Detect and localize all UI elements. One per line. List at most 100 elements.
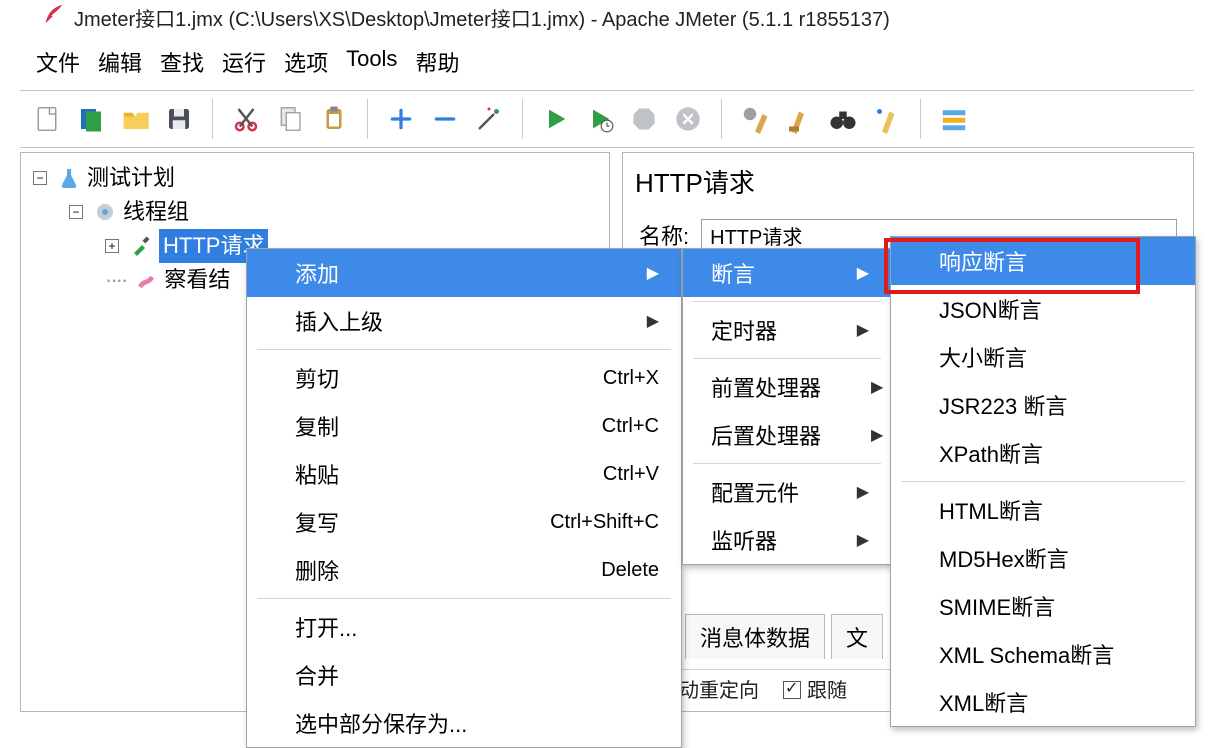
clear-all-button[interactable]: [866, 98, 908, 140]
ctx-add[interactable]: 添加 ▶: [247, 249, 681, 297]
clear-button[interactable]: [778, 98, 820, 140]
ctx-separator: [257, 349, 671, 350]
ctx-label: 添加: [295, 257, 339, 289]
collapse-icon[interactable]: −: [33, 171, 47, 185]
ctx-cut[interactable]: 剪切Ctrl+X: [247, 354, 681, 402]
window-title: Jmeter接口1.jmx (C:\Users\XS\Desktop\Jmete…: [74, 3, 890, 32]
stop-button[interactable]: [623, 98, 665, 140]
remove-button[interactable]: [424, 98, 466, 140]
save-button[interactable]: [158, 98, 200, 140]
submenu-arrow-icon: ▶: [857, 263, 869, 283]
ctx-label: 响应断言: [939, 245, 1027, 277]
ctx-label: 后置处理器: [711, 419, 821, 451]
open-button[interactable]: [114, 98, 156, 140]
assert-jsr223[interactable]: JSR223 断言: [891, 381, 1195, 429]
wand-button[interactable]: [468, 98, 510, 140]
ctx-insert-parent[interactable]: 插入上级 ▶: [247, 297, 681, 345]
toolbar: [20, 90, 1194, 148]
ctx-label: 复制: [295, 410, 339, 442]
menu-run[interactable]: 运行: [216, 44, 272, 80]
submenu-add[interactable]: 断言▶ 定时器 ▶ 前置处理器▶ 后置处理器 ▶ 配置元件▶ 监听器 ▶: [682, 248, 892, 565]
ctx-delete[interactable]: 删除Delete: [247, 546, 681, 594]
assert-response[interactable]: 响应断言: [891, 237, 1195, 285]
assert-html[interactable]: HTML断言: [891, 486, 1195, 534]
menu-search[interactable]: 查找: [154, 44, 210, 80]
gear-clear-button[interactable]: [734, 98, 776, 140]
start-no-timers-button[interactable]: [579, 98, 621, 140]
menu-options[interactable]: 选项: [278, 44, 334, 80]
submenu-arrow-icon: ▶: [857, 320, 869, 340]
sub-config[interactable]: 配置元件▶: [683, 468, 891, 516]
tree-item-test-plan[interactable]: − 测试计划: [33, 161, 609, 195]
name-label: 名称:: [639, 219, 689, 251]
paste-button[interactable]: [313, 98, 355, 140]
toolbar-separator: [721, 99, 722, 139]
submenu-assertions[interactable]: 响应断言 JSON断言 大小断言 JSR223 断言 XPath断言 HTML断…: [890, 236, 1196, 727]
menu-tools[interactable]: Tools: [340, 44, 403, 80]
ctx-label: 复写: [295, 506, 339, 538]
ctx-label: XPath断言: [939, 437, 1043, 469]
assert-size[interactable]: 大小断言: [891, 333, 1195, 381]
tab-body[interactable]: 消息体数据: [685, 614, 825, 659]
ctx-label: 插入上级: [295, 305, 383, 337]
cut-button[interactable]: [225, 98, 267, 140]
ctx-copy[interactable]: 复制Ctrl+C: [247, 402, 681, 450]
ctx-label: HTML断言: [939, 494, 1043, 526]
submenu-arrow-icon: ▶: [647, 311, 659, 331]
submenu-arrow-icon: ▶: [857, 482, 869, 502]
checkbox-checked-icon[interactable]: [783, 681, 801, 699]
copy-button[interactable]: [269, 98, 311, 140]
tree-connector: ····: [105, 263, 126, 297]
start-button[interactable]: [535, 98, 577, 140]
menu-edit[interactable]: 编辑: [92, 44, 148, 80]
ctx-label: 监听器: [711, 524, 777, 556]
window-titlebar: Jmeter接口1.jmx (C:\Users\XS\Desktop\Jmete…: [0, 0, 1214, 38]
ctx-separator: [693, 463, 881, 464]
toggle-button[interactable]: [933, 98, 975, 140]
tree-label: 察看结: [164, 263, 230, 297]
assert-xml[interactable]: XML断言: [891, 678, 1195, 726]
toolbar-separator: [367, 99, 368, 139]
sub-listener[interactable]: 监听器 ▶: [683, 516, 891, 564]
ctx-separator: [693, 301, 881, 302]
assert-md5[interactable]: MD5Hex断言: [891, 534, 1195, 582]
binoculars-button[interactable]: [822, 98, 864, 140]
new-file-button[interactable]: [26, 98, 68, 140]
menu-bar: 文件 编辑 查找 运行 选项 Tools 帮助: [0, 38, 1214, 90]
follow-option[interactable]: 跟随: [783, 674, 847, 703]
ctx-merge[interactable]: 合并: [247, 651, 681, 699]
menu-file[interactable]: 文件: [30, 44, 86, 80]
tab-file[interactable]: 文: [831, 614, 883, 659]
ctx-label: 合并: [295, 659, 339, 691]
assert-xmlschema[interactable]: XML Schema断言: [891, 630, 1195, 678]
ctx-duplicate[interactable]: 复写 Ctrl+Shift+C: [247, 498, 681, 546]
add-button[interactable]: [380, 98, 422, 140]
ctx-label: XML断言: [939, 686, 1028, 718]
ctx-label: 剪切: [295, 362, 339, 394]
sub-assertions[interactable]: 断言▶: [683, 249, 891, 297]
ctx-save-selection[interactable]: 选中部分保存为...: [247, 699, 681, 747]
tree-item-thread-group[interactable]: − 线程组: [33, 195, 609, 229]
submenu-arrow-icon: ▶: [857, 530, 869, 550]
submenu-arrow-icon: ▶: [871, 425, 883, 445]
expand-icon[interactable]: +: [105, 239, 119, 253]
ctx-paste[interactable]: 粘贴Ctrl+V: [247, 450, 681, 498]
collapse-icon[interactable]: −: [69, 205, 83, 219]
sub-post[interactable]: 后置处理器 ▶: [683, 411, 891, 459]
sub-pre[interactable]: 前置处理器▶: [683, 363, 891, 411]
ctx-label: 粘贴: [295, 458, 339, 490]
menu-help[interactable]: 帮助: [409, 44, 465, 80]
ctx-open[interactable]: 打开...: [247, 603, 681, 651]
shutdown-button[interactable]: [667, 98, 709, 140]
open-template-button[interactable]: [70, 98, 112, 140]
assert-json[interactable]: JSON断言: [891, 285, 1195, 333]
ctx-label: 打开...: [295, 611, 357, 643]
ctx-shortcut: Ctrl+Shift+C: [550, 511, 659, 534]
assert-smime[interactable]: SMIME断言: [891, 582, 1195, 630]
context-menu[interactable]: 添加 ▶ 插入上级 ▶ 剪切Ctrl+X 复制Ctrl+C 粘贴Ctrl+V 复…: [246, 248, 682, 748]
assert-xpath[interactable]: XPath断言: [891, 429, 1195, 477]
sub-timers[interactable]: 定时器 ▶: [683, 306, 891, 354]
submenu-arrow-icon: ▶: [871, 377, 883, 397]
ctx-label: MD5Hex断言: [939, 542, 1069, 574]
ctx-label: 定时器: [711, 314, 777, 346]
